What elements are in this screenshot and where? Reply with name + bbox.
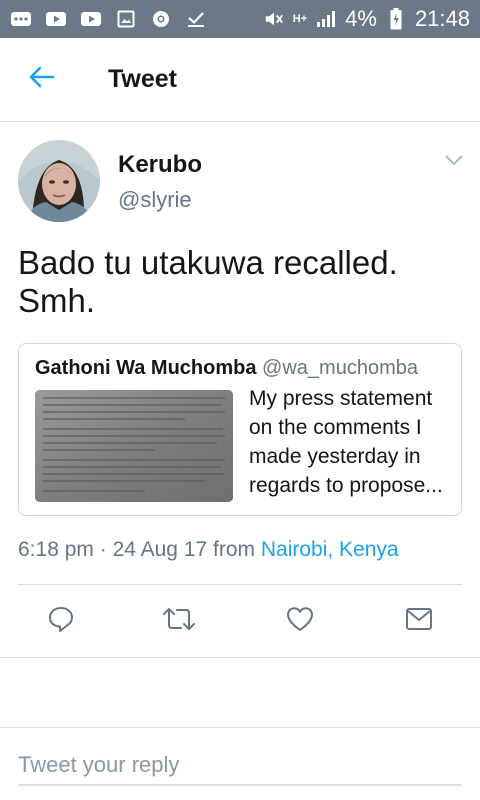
tweet-timestamp: 6:18 pm · 24 Aug 17 from Nairobi, Kenya bbox=[18, 538, 399, 562]
page-title: Tweet bbox=[108, 65, 177, 93]
share-icon bbox=[404, 606, 434, 637]
system-indicators: H+ 4% 21:48 bbox=[263, 6, 470, 32]
divider bbox=[18, 584, 462, 585]
signal-icon bbox=[315, 11, 337, 27]
notification-icons bbox=[10, 10, 207, 28]
quote-author-handle: @wa_muchomba bbox=[262, 357, 418, 379]
youtube-icon bbox=[80, 11, 102, 27]
quote-author-name: Gathoni Wa Muchomba bbox=[35, 357, 257, 379]
quote-text: My press statement on the comments I mad… bbox=[249, 387, 443, 497]
check-icon bbox=[185, 11, 207, 27]
reply-button[interactable] bbox=[44, 604, 78, 638]
like-icon bbox=[285, 605, 315, 638]
quoted-tweet[interactable]: Gathoni Wa Muchomba @wa_muchomba My pres… bbox=[18, 343, 462, 516]
reply-input[interactable] bbox=[18, 746, 462, 786]
youtube-icon bbox=[45, 11, 67, 27]
clock: 21:48 bbox=[414, 6, 470, 31]
divider bbox=[0, 727, 480, 728]
status-bar: H+ 4% 21:48 bbox=[0, 0, 480, 38]
battery-charging-icon bbox=[385, 8, 407, 30]
tweet-time: 6:18 pm bbox=[18, 538, 94, 561]
meta-separator: · bbox=[99, 538, 107, 561]
like-button[interactable] bbox=[283, 604, 317, 638]
retweet-button[interactable] bbox=[162, 604, 196, 638]
chevron-down-icon bbox=[444, 153, 464, 171]
battery-percent: 4% bbox=[345, 6, 377, 31]
app-header: Tweet bbox=[0, 38, 480, 122]
quote-header: Gathoni Wa Muchomba @wa_muchomba bbox=[35, 357, 418, 380]
author-name[interactable]: Kerubo bbox=[118, 151, 202, 179]
divider bbox=[0, 657, 480, 658]
back-arrow-icon bbox=[28, 65, 56, 94]
tweet-location-link[interactable]: Nairobi, Kenya bbox=[261, 538, 399, 561]
author-handle[interactable]: @slyrie bbox=[118, 187, 192, 213]
image-icon bbox=[115, 10, 137, 28]
mute-icon bbox=[263, 11, 285, 27]
avatar[interactable] bbox=[18, 140, 100, 222]
back-button[interactable] bbox=[22, 60, 62, 100]
meta-from: from bbox=[213, 538, 256, 561]
retweet-icon bbox=[162, 605, 196, 638]
tweet-date: 24 Aug 17 bbox=[112, 538, 208, 561]
tweet-text: Bado tu utakuwa recalled. Smh. bbox=[18, 244, 398, 319]
quote-media-thumbnail[interactable] bbox=[35, 390, 233, 502]
network-type: H+ bbox=[292, 13, 308, 25]
reply-icon bbox=[46, 604, 76, 639]
share-button[interactable] bbox=[402, 604, 436, 638]
chrome-icon bbox=[150, 11, 172, 27]
tweet-menu-button[interactable] bbox=[440, 150, 468, 174]
messages-icon bbox=[10, 11, 32, 27]
